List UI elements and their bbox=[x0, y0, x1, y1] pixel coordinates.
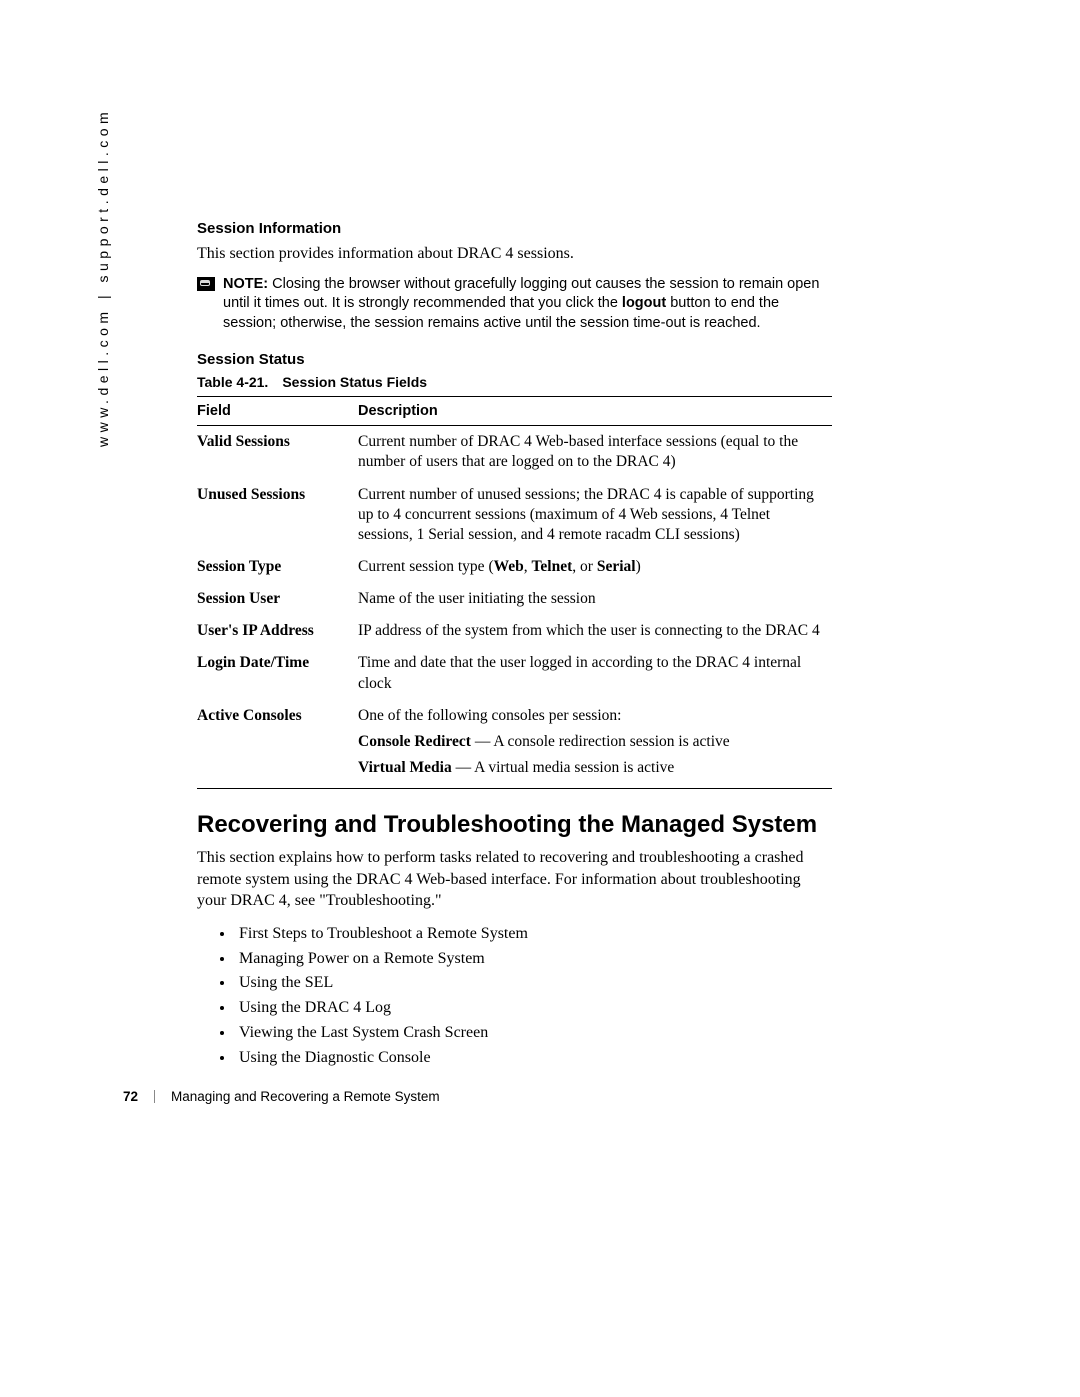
desc-part: ) bbox=[636, 558, 641, 575]
desc-cell: Name of the user initiating the session bbox=[358, 583, 832, 615]
desc-part: — A console redirection session is activ… bbox=[471, 733, 730, 750]
note-inline-bold: logout bbox=[622, 295, 666, 311]
desc-bold: Console Redirect bbox=[358, 733, 471, 750]
desc-cell: Current number of DRAC 4 Web-based inter… bbox=[358, 426, 832, 479]
desc-line: One of the following consoles per sessio… bbox=[358, 706, 826, 726]
field-cell: Session User bbox=[197, 583, 358, 615]
desc-part: — A virtual media session is active bbox=[452, 759, 675, 776]
field-cell: Unused Sessions bbox=[197, 479, 358, 551]
desc-bold: Telnet bbox=[532, 558, 573, 575]
desc-part: , bbox=[524, 558, 532, 575]
field-cell: Active Consoles bbox=[197, 700, 358, 789]
desc-subline: Console Redirect — A console redirection… bbox=[358, 732, 826, 752]
recovering-heading: Recovering and Troubleshooting the Manag… bbox=[197, 811, 832, 839]
col-field: Field bbox=[197, 397, 358, 426]
field-cell: Login Date/Time bbox=[197, 647, 358, 699]
session-status-table: Field Description Valid Sessions Current… bbox=[197, 396, 832, 789]
bullet-list: First Steps to Troubleshoot a Remote Sys… bbox=[197, 922, 832, 1071]
side-url-text: www.dell.com | support.dell.com bbox=[95, 27, 111, 447]
field-cell: Session Type bbox=[197, 551, 358, 583]
session-information-paragraph: This section provides information about … bbox=[197, 243, 832, 265]
desc-bold: Serial bbox=[597, 558, 636, 575]
list-item: First Steps to Troubleshoot a Remote Sys… bbox=[235, 922, 832, 947]
table-row: Valid Sessions Current number of DRAC 4 … bbox=[197, 426, 832, 479]
recovering-paragraph: This section explains how to perform tas… bbox=[197, 847, 832, 912]
session-information-heading: Session Information bbox=[197, 220, 832, 237]
note-block: NOTE: Closing the browser without gracef… bbox=[197, 275, 832, 334]
list-item: Using the DRAC 4 Log bbox=[235, 996, 832, 1021]
desc-bold: Virtual Media bbox=[358, 759, 452, 776]
table-row: Session Type Current session type (Web, … bbox=[197, 551, 832, 583]
footer-divider bbox=[154, 1090, 155, 1103]
desc-cell: Current session type (Web, Telnet, or Se… bbox=[358, 551, 832, 583]
desc-bold: Web bbox=[494, 558, 524, 575]
table-number: Table 4-21. bbox=[197, 374, 268, 390]
note-icon bbox=[197, 277, 215, 291]
table-row: Active Consoles One of the following con… bbox=[197, 700, 832, 789]
col-description: Description bbox=[358, 397, 832, 426]
field-cell: User's IP Address bbox=[197, 615, 358, 647]
table-row: Login Date/Time Time and date that the u… bbox=[197, 647, 832, 699]
desc-part: , or bbox=[572, 558, 597, 575]
table-row: User's IP Address IP address of the syst… bbox=[197, 615, 832, 647]
table-row: Unused Sessions Current number of unused… bbox=[197, 479, 832, 551]
page-body: Session Information This section provide… bbox=[197, 220, 832, 1071]
desc-cell: Time and date that the user logged in ac… bbox=[358, 647, 832, 699]
desc-cell: Current number of unused sessions; the D… bbox=[358, 479, 832, 551]
page-footer: 72 Managing and Recovering a Remote Syst… bbox=[123, 1089, 440, 1104]
table-title: Session Status Fields bbox=[282, 374, 427, 390]
desc-part: Current session type ( bbox=[358, 558, 494, 575]
list-item: Using the SEL bbox=[235, 971, 832, 996]
footer-title: Managing and Recovering a Remote System bbox=[171, 1089, 440, 1104]
list-item: Using the Diagnostic Console bbox=[235, 1046, 832, 1071]
list-item: Managing Power on a Remote System bbox=[235, 947, 832, 972]
list-item: Viewing the Last System Crash Screen bbox=[235, 1021, 832, 1046]
session-status-heading: Session Status bbox=[197, 351, 832, 368]
desc-subline: Virtual Media — A virtual media session … bbox=[358, 758, 826, 778]
note-label: NOTE: bbox=[223, 276, 268, 292]
desc-cell: IP address of the system from which the … bbox=[358, 615, 832, 647]
page-number: 72 bbox=[123, 1089, 138, 1104]
table-row: Session User Name of the user initiating… bbox=[197, 583, 832, 615]
field-cell: Valid Sessions bbox=[197, 426, 358, 479]
note-text: NOTE: Closing the browser without gracef… bbox=[223, 275, 832, 334]
table-caption: Table 4-21. Session Status Fields bbox=[197, 374, 832, 390]
desc-cell: One of the following consoles per sessio… bbox=[358, 700, 832, 789]
